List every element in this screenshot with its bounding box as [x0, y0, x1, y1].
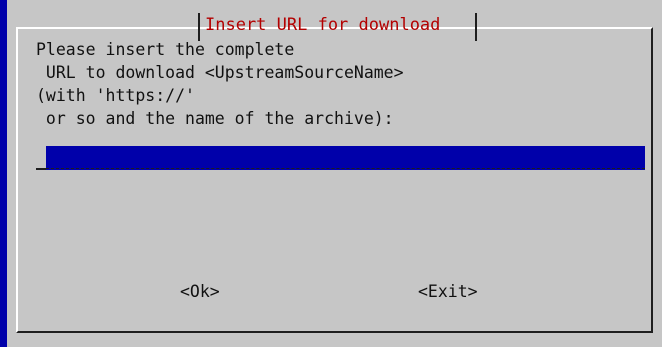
input-cursor [36, 168, 46, 170]
input-underline [46, 168, 645, 169]
prompt-line: URL to download <UpstreamSourceName> [36, 63, 404, 82]
prompt-line: (with 'https://' [36, 86, 195, 105]
url-input[interactable] [46, 146, 645, 170]
exit-button[interactable]: <Exit> [418, 281, 478, 303]
prompt-line: Please insert the complete [36, 40, 295, 59]
dialog-title: Insert URL for download [205, 15, 441, 35]
title-bracket-right [475, 13, 477, 41]
ok-button[interactable]: <Ok> [180, 281, 220, 303]
prompt-line: or so and the name of the archive): [36, 109, 394, 128]
url-download-dialog: Insert URL for download Please insert th… [7, 0, 662, 347]
title-bracket-left [198, 13, 200, 41]
prompt-text: Please insert the complete URL to downlo… [36, 38, 404, 130]
